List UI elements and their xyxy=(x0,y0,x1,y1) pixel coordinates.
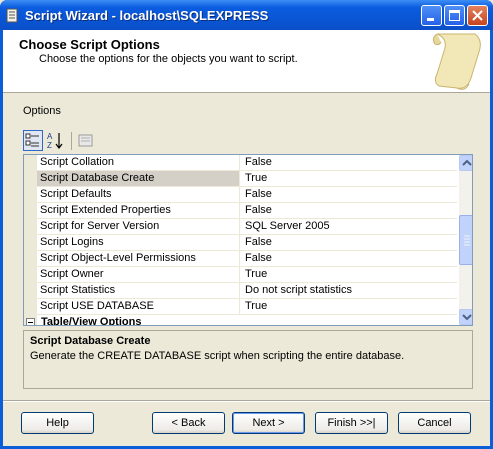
title-bar[interactable]: Script Wizard - localhost\SQLEXPRESS xyxy=(0,0,493,30)
property-grid[interactable]: Script Collation False Script Database C… xyxy=(23,154,473,326)
finish-button[interactable]: Finish >>| xyxy=(315,412,388,434)
option-row[interactable]: Script Object-Level Permissions False xyxy=(37,251,457,267)
option-value[interactable]: False xyxy=(240,187,457,202)
description-text: Generate the CREATE DATABASE script when… xyxy=(30,350,405,362)
option-name: Script Collation xyxy=(37,155,240,170)
description-panel: Script Database Create Generate the CREA… xyxy=(23,330,473,389)
window-title: Script Wizard - localhost\SQLEXPRESS xyxy=(25,8,269,23)
option-value[interactable]: False xyxy=(240,235,457,250)
grip-icon xyxy=(464,235,470,246)
option-name: Script Database Create xyxy=(37,171,240,186)
option-row[interactable]: Script Owner True xyxy=(37,267,457,283)
option-value[interactable]: True xyxy=(240,299,457,314)
page-subtitle: Choose the options for the objects you w… xyxy=(39,53,298,65)
option-row[interactable]: Script USE DATABASE True xyxy=(37,299,457,315)
wizard-header: Choose Script Options Choose the options… xyxy=(3,30,490,93)
option-row[interactable]: Script Defaults False xyxy=(37,187,457,203)
option-value[interactable]: Do not script statistics xyxy=(240,283,457,298)
option-value[interactable]: False xyxy=(240,251,457,266)
collapse-icon[interactable] xyxy=(26,318,35,325)
option-name: Script Object-Level Permissions xyxy=(37,251,240,266)
option-value[interactable]: False xyxy=(240,203,457,218)
page-title: Choose Script Options xyxy=(19,37,160,52)
options-label: Options xyxy=(23,105,61,117)
option-value[interactable]: True xyxy=(240,171,457,186)
option-name: Script Statistics xyxy=(37,283,240,298)
toolbar-separator xyxy=(71,132,72,150)
categorized-icon xyxy=(25,133,39,147)
option-name: Script Defaults xyxy=(37,187,240,202)
wizard-client-area: Choose Script Options Choose the options… xyxy=(3,30,490,446)
close-button[interactable] xyxy=(467,5,488,26)
property-pages-icon xyxy=(78,134,93,147)
category-label: Table/View Options xyxy=(41,316,142,326)
minimize-button[interactable] xyxy=(421,5,442,26)
option-name: Script Owner xyxy=(37,267,240,282)
category-row[interactable]: Table/View Options xyxy=(24,315,457,326)
option-row[interactable]: Script Extended Properties False xyxy=(37,203,457,219)
description-title: Script Database Create xyxy=(30,335,151,347)
option-name: Script Extended Properties xyxy=(37,203,240,218)
maximize-icon xyxy=(449,10,460,21)
back-button[interactable]: < Back xyxy=(152,412,225,434)
scroll-thumb[interactable] xyxy=(459,215,472,265)
scroll-down-button[interactable] xyxy=(459,309,472,325)
minimize-icon xyxy=(427,18,434,21)
grid-gutter xyxy=(24,155,37,325)
option-row[interactable]: Script Logins False xyxy=(37,235,457,251)
option-name: Script for Server Version xyxy=(37,219,240,234)
option-value[interactable]: False xyxy=(240,155,457,170)
svg-text:Z: Z xyxy=(47,141,52,150)
option-value[interactable]: SQL Server 2005 xyxy=(240,219,457,234)
footer-divider xyxy=(3,400,490,402)
option-row[interactable]: Script Statistics Do not script statisti… xyxy=(37,283,457,299)
categorized-button[interactable] xyxy=(23,130,43,151)
vertical-scrollbar[interactable] xyxy=(459,155,472,325)
alphabetical-icon: A Z xyxy=(47,132,63,150)
chevron-up-icon xyxy=(462,159,472,166)
help-button[interactable]: Help xyxy=(21,412,94,434)
option-name: Script Logins xyxy=(37,235,240,250)
option-name: Script USE DATABASE xyxy=(37,299,240,314)
option-row[interactable]: Script for Server Version SQL Server 200… xyxy=(37,219,457,235)
close-icon xyxy=(472,10,483,21)
maximize-button[interactable] xyxy=(444,5,465,26)
option-row[interactable]: Script Collation False xyxy=(37,155,457,171)
next-button[interactable]: Next > xyxy=(232,412,305,434)
option-value[interactable]: True xyxy=(240,267,457,282)
property-pages-button[interactable] xyxy=(76,130,96,151)
scroll-icon xyxy=(432,33,481,90)
alphabetical-button[interactable]: A Z xyxy=(46,130,66,151)
script-wizard-window: Script Wizard - localhost\SQLEXPRESS Cho… xyxy=(0,0,493,449)
app-icon xyxy=(6,8,18,23)
svg-text:A: A xyxy=(47,132,53,141)
property-grid-toolbar: A Z xyxy=(23,130,103,154)
option-row-selected[interactable]: Script Database Create True xyxy=(37,171,457,187)
chevron-down-icon xyxy=(462,314,472,321)
cancel-button[interactable]: Cancel xyxy=(398,412,471,434)
scroll-up-button[interactable] xyxy=(459,155,472,171)
